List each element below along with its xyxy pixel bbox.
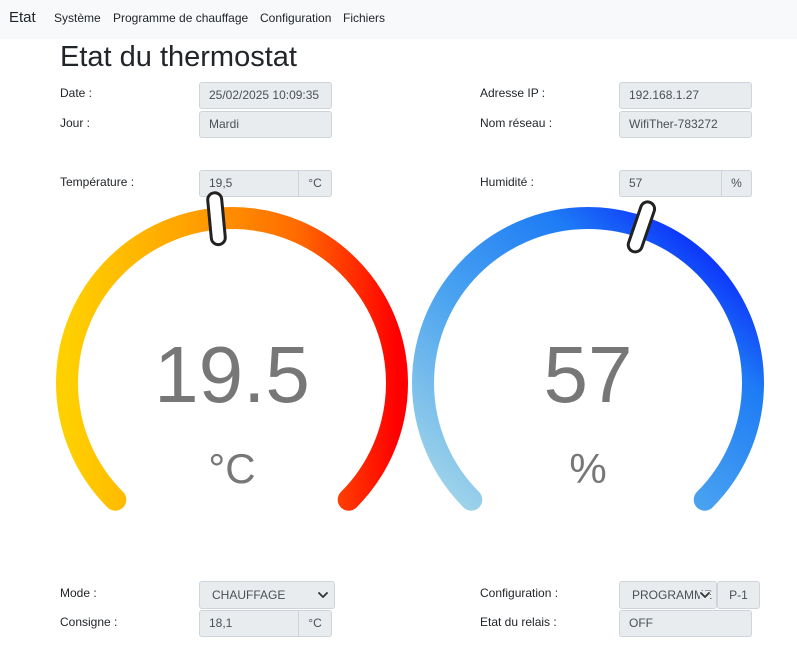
setpoint-group: 18,1 °C (199, 610, 332, 637)
mode-select[interactable]: CHAUFFAGE (199, 581, 335, 609)
gauges-canvas: 19.5 °C 57 % (56, 191, 764, 511)
temperature-gauge: 19.5 °C (56, 191, 408, 511)
chevron-down-icon (318, 592, 328, 598)
chevron-down-icon (700, 591, 710, 599)
relay-field: OFF (619, 610, 752, 637)
humidity-gauge: 57 % (412, 200, 764, 511)
config-select[interactable]: PROGRAMME (619, 581, 717, 609)
setpoint-unit: °C (299, 610, 332, 637)
humidity-gauge-value: 57 (544, 330, 633, 419)
mode-label: Mode : (60, 586, 97, 600)
temperature-gauge-handle[interactable] (206, 191, 227, 247)
relay-label: Etat du relais : (480, 615, 557, 629)
setpoint-label: Consigne : (60, 615, 118, 629)
temperature-gauge-value: 19.5 (154, 330, 310, 419)
humidity-gauge-unit: % (569, 445, 606, 492)
config-program-button[interactable]: P-1 (717, 581, 760, 609)
mode-select-value: CHAUFFAGE (212, 588, 286, 602)
config-label: Configuration : (480, 586, 559, 600)
setpoint-field[interactable]: 18,1 (199, 610, 299, 637)
temperature-gauge-unit: °C (208, 445, 255, 492)
